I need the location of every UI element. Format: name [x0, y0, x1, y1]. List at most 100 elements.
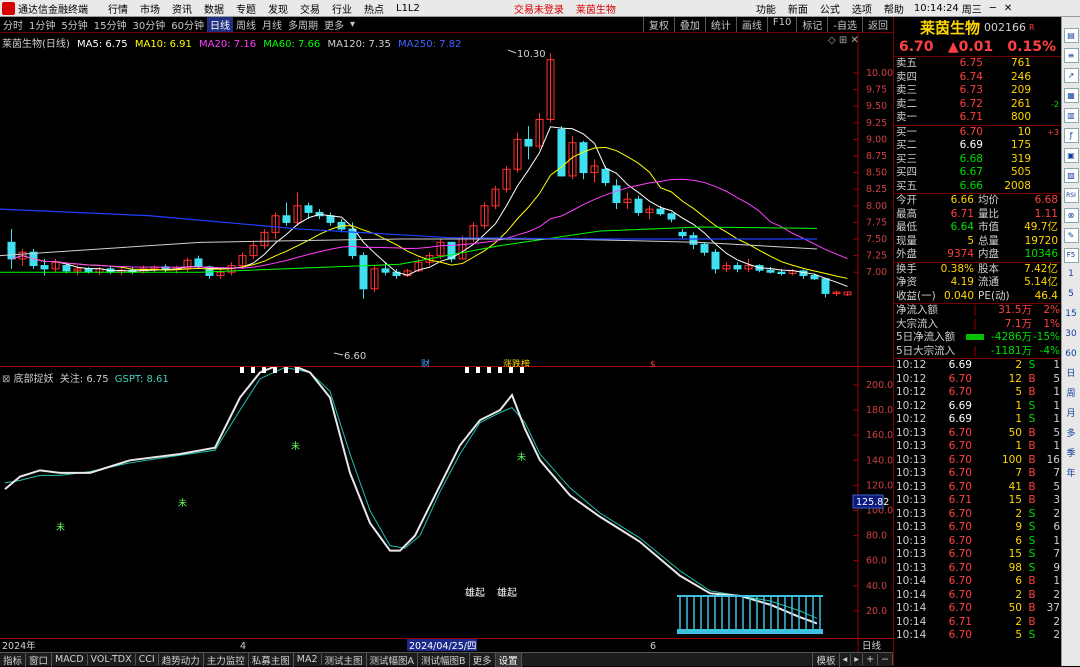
tick-row[interactable]: 10:13 6.71 15 B 3 [894, 494, 1061, 508]
book-icon[interactable]: ▣ [1063, 147, 1079, 163]
tick-row[interactable]: 10:12 6.70 5 B 1 [894, 386, 1061, 400]
back-button[interactable]: 返回 [862, 17, 893, 32]
bid-row[interactable]: 买四 6.67 505 [894, 166, 1061, 180]
tab-window[interactable]: 窗口 [26, 652, 53, 667]
tab-test-sub-a[interactable]: 测试幅图A [367, 652, 419, 667]
ask-row[interactable]: 卖四 6.74 246 [894, 71, 1061, 85]
period-shortcut-year[interactable]: 年 [1064, 468, 1079, 483]
tab-more[interactable]: 更多 [470, 652, 496, 667]
period-tab-intraday[interactable]: 分时 [0, 17, 26, 32]
ask-row[interactable]: 卖一 6.71 800 [894, 111, 1061, 125]
stats-button[interactable]: 统计 [704, 17, 736, 32]
pen-icon[interactable]: ✎ [1063, 227, 1079, 243]
period-tab-daily[interactable]: 日线 [206, 17, 233, 32]
link-icon[interactable]: ⊗ [1063, 207, 1079, 223]
notice-stock-name[interactable]: 莱茵生物 [576, 1, 616, 16]
tick-row[interactable]: 10:14 6.71 2 B 2 [894, 616, 1061, 630]
tick-row[interactable]: 10:12 6.69 1 S 1 [894, 413, 1061, 427]
period-shortcut-60[interactable]: 60 [1064, 348, 1079, 363]
menu-market-quote[interactable]: 行情 [108, 1, 128, 16]
tick-list[interactable]: 10:12 6.69 2 S 1 10:12 6.70 12 B 5 10:12 6.70 5 B 1 10:… [894, 359, 1061, 643]
scroll-right-icon[interactable]: ▸ [851, 654, 864, 665]
period-shortcut-quarter[interactable]: 季 [1064, 448, 1079, 463]
tab-macd[interactable]: MACD [52, 654, 88, 665]
rsi-icon[interactable]: RSI [1063, 187, 1079, 203]
period-tab-60min[interactable]: 60分钟 [168, 17, 207, 32]
f5-icon[interactable]: F5 [1063, 247, 1079, 263]
dollar-marker[interactable]: $ [650, 360, 656, 367]
period-tab-monthly[interactable]: 月线 [259, 17, 285, 32]
tick-row[interactable]: 10:12 6.69 1 S 1 [894, 400, 1061, 414]
fx-icon[interactable]: ƒ [1063, 127, 1079, 143]
tick-row[interactable]: 10:13 6.70 1 B 1 [894, 440, 1061, 454]
menu-formula[interactable]: 公式 [820, 1, 840, 16]
tick-row[interactable]: 10:14 6.70 2 B 2 [894, 589, 1061, 603]
mark-button[interactable]: 标记 [796, 17, 827, 32]
menu-hot[interactable]: 热点 [364, 1, 384, 16]
news-icon[interactable]: ▨ [1063, 167, 1079, 183]
tab-cci[interactable]: CCI [136, 654, 159, 665]
tick-row[interactable]: 10:12 6.69 2 S 1 [894, 359, 1061, 373]
period-tab-5min[interactable]: 5分钟 [58, 17, 90, 32]
ask-row[interactable]: 卖二 6.72 261 -2 [894, 98, 1061, 112]
grid-icon[interactable]: ▦ [1063, 87, 1079, 103]
tick-row[interactable]: 10:13 6.70 100 B 16 [894, 454, 1061, 468]
ranking-marker[interactable]: 涨跌榜 [503, 358, 530, 367]
table-icon[interactable]: ▥ [1063, 107, 1079, 123]
tab-settings[interactable]: 设置 [495, 652, 522, 667]
kline-chart[interactable]: 10.00 9.75 9.50 9.25 9.00 8.75 8.50 8.25 8.00 7.7… [0, 33, 893, 367]
watchlist-button[interactable]: -自选 [827, 17, 862, 32]
tick-row[interactable]: 10:13 6.70 15 S 7 [894, 548, 1061, 562]
tick-row[interactable]: 10:13 6.70 41 B 5 [894, 481, 1061, 495]
zoom-in-icon[interactable]: + [863, 654, 879, 665]
tick-row[interactable]: 10:13 6.70 7 B 7 [894, 467, 1061, 481]
menu-l1l2[interactable]: L1L2 [396, 3, 420, 14]
tick-row[interactable]: 10:14 6.70 50 B 37 [894, 602, 1061, 616]
menu-market[interactable]: 市场 [140, 1, 160, 16]
chart-icon[interactable]: ▤ [1063, 27, 1079, 43]
list-icon[interactable]: ≡ [1063, 47, 1079, 63]
tab-trend-power[interactable]: 趋势动力 [159, 652, 204, 667]
bid-row[interactable]: 买一 6.70 10 +3 [894, 126, 1061, 140]
menu-data[interactable]: 数据 [204, 1, 224, 16]
overlay-button[interactable]: 叠加 [673, 17, 705, 32]
tick-row[interactable]: 10:14 6.70 6 B 1 [894, 575, 1061, 589]
period-tab-multi[interactable]: 多周期 [285, 17, 321, 32]
menu-options[interactable]: 选项 [852, 1, 872, 16]
adjust-button[interactable]: 复权 [642, 17, 674, 32]
period-shortcut-30[interactable]: 30 [1064, 328, 1079, 343]
scroll-left-icon[interactable]: ◂ [840, 654, 852, 665]
tab-main-monitor[interactable]: 主力监控 [204, 652, 249, 667]
period-tab-30min[interactable]: 30分钟 [129, 17, 168, 32]
ask-row[interactable]: 卖三 6.73 209 [894, 84, 1061, 98]
menu-trade[interactable]: 交易 [300, 1, 320, 16]
ask-row[interactable]: 卖五 6.75 761 [894, 57, 1061, 71]
tab-test-sub-b[interactable]: 测试幅图B [418, 652, 470, 667]
period-tab-1min[interactable]: 1分钟 [26, 17, 58, 32]
finance-marker[interactable]: 财 [421, 358, 430, 367]
menu-new-layout[interactable]: 新面 [788, 1, 808, 16]
tick-row[interactable]: 10:12 6.70 12 B 5 [894, 373, 1061, 387]
close-icon[interactable]: ✕ [1004, 3, 1012, 14]
zoom-out-icon[interactable]: − [878, 654, 893, 665]
tab-ma2[interactable]: MA2 [294, 654, 322, 665]
period-shortcut-day[interactable]: 日 [1064, 368, 1079, 383]
menu-news[interactable]: 资讯 [172, 1, 192, 16]
menu-help[interactable]: 帮助 [884, 1, 904, 16]
period-shortcut-1[interactable]: 1 [1064, 268, 1079, 283]
tick-row[interactable]: 10:13 6.70 6 S 1 [894, 535, 1061, 549]
menu-topic[interactable]: 专题 [236, 1, 256, 16]
chart-area[interactable]: 莱茵生物(日线) MA5: 6.75 MA10: 6.91 MA20: 7.16… [0, 33, 893, 652]
minimize-icon[interactable]: ─ [990, 3, 996, 14]
tab-test-main[interactable]: 测试主图 [322, 652, 367, 667]
tick-row[interactable]: 10:13 6.70 98 S 9 [894, 562, 1061, 576]
tab-indicator[interactable]: 指标 [0, 652, 27, 667]
period-shortcut-15[interactable]: 15 [1064, 308, 1079, 323]
bid-row[interactable]: 买三 6.68 319 [894, 153, 1061, 167]
dropdown-caret-icon[interactable]: ▾ [347, 19, 358, 30]
bid-row[interactable]: 买五 6.66 2008 [894, 180, 1061, 194]
tick-row[interactable]: 10:13 6.70 2 S 2 [894, 508, 1061, 522]
menu-discover[interactable]: 发现 [268, 1, 288, 16]
trend-icon[interactable]: ↗ [1063, 67, 1079, 83]
tab-vol-tdx[interactable]: VOL-TDX [88, 654, 136, 665]
